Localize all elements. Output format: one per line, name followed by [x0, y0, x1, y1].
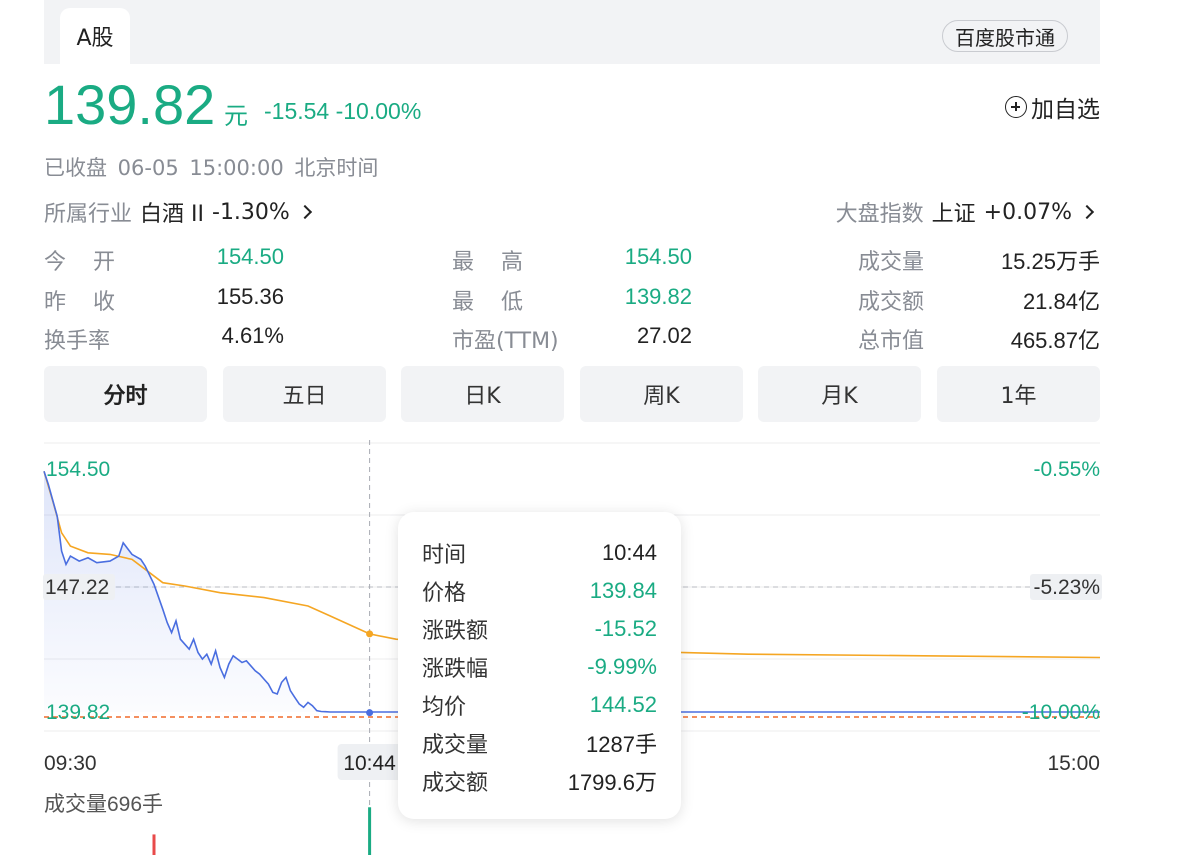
- tooltip-value: -15.52: [594, 616, 657, 641]
- tooltip-row-avg: 均价 144.52: [422, 686, 657, 724]
- stat-high: 最 高 154.50: [452, 244, 692, 275]
- stat-turnover: 换手率 4.61%: [44, 323, 284, 354]
- industry-change: -1.30%: [212, 199, 290, 225]
- volume-bar: [368, 807, 372, 855]
- y-label-right: -0.55%: [1033, 458, 1100, 481]
- price-marker: [366, 709, 374, 717]
- stat-value: 27.02: [636, 323, 692, 348]
- tab-intraday[interactable]: 分时: [44, 366, 207, 422]
- tooltip-row-time: 时间 10:44: [422, 534, 657, 572]
- stat-value: 154.50: [216, 244, 284, 269]
- tooltip-value: 1799.6万: [567, 770, 657, 795]
- y-label-left: 139.82: [46, 701, 110, 724]
- tooltip-value: 144.52: [589, 692, 657, 717]
- stat-label: 昨 收: [44, 290, 125, 315]
- chart-tooltip: 时间 10:44 价格 139.84 涨跌额 -15.52 涨跌幅 -9.99%…: [398, 512, 681, 819]
- chevron-right-icon: [297, 204, 312, 220]
- add-favorite-label: 加自选: [1031, 97, 1100, 123]
- stat-label: 换手率: [44, 329, 111, 354]
- tooltip-row-price: 价格 139.84: [422, 572, 657, 610]
- tooltip-row-volume: 成交量 1287手: [422, 724, 657, 762]
- stat-prev-close: 昨 收 155.36: [44, 284, 284, 315]
- stat-value: 139.82: [624, 284, 692, 309]
- tooltip-key: 成交量: [422, 733, 489, 758]
- tab-a-share[interactable]: A股: [60, 8, 130, 64]
- plus-circle-icon: [1005, 96, 1027, 118]
- tooltip-value: 1287手: [586, 732, 657, 757]
- tooltip-value: 139.84: [589, 578, 657, 603]
- market-index-change: +0.07%: [983, 199, 1072, 225]
- tab-weekly-k[interactable]: 周K: [580, 366, 743, 422]
- industry-label: 所属行业: [44, 202, 133, 227]
- tooltip-row-amount: 成交额 1799.6万: [422, 762, 657, 800]
- stat-value: 154.50: [624, 244, 692, 269]
- tooltip-key: 时间: [422, 543, 467, 568]
- stat-value: 4.61%: [221, 323, 284, 348]
- tooltip-key: 价格: [422, 581, 467, 606]
- stat-label: 总市值: [858, 329, 925, 354]
- y-label-right: -10.00%: [1022, 701, 1100, 724]
- stat-label: 最 低: [452, 290, 533, 315]
- stat-pe: 市盈(TTM) 27.02: [452, 323, 692, 354]
- market-tab-bar: A股 百度股市通: [44, 0, 1100, 64]
- tab-monthly-k[interactable]: 月K: [758, 366, 921, 422]
- industry-link[interactable]: 所属行业 白酒 II -1.30%: [44, 196, 312, 228]
- price-unit: 元: [224, 102, 248, 130]
- tooltip-value: 10:44: [601, 540, 657, 565]
- stat-amount: 成交额 21.84亿: [858, 284, 1100, 315]
- tooltip-row-change-pct: 涨跌幅 -9.99%: [422, 648, 657, 686]
- chevron-right-icon: [1079, 204, 1095, 220]
- stat-value: 155.36: [216, 284, 284, 309]
- tooltip-value: -9.99%: [587, 654, 657, 679]
- crosshair-time: 10:44: [343, 752, 396, 775]
- x-label: 09:30: [44, 752, 97, 775]
- market-index-name: 上证: [931, 202, 976, 227]
- stat-value: 15.25万手: [1000, 249, 1100, 274]
- tooltip-key: 涨跌额: [422, 619, 489, 644]
- stat-label: 成交量: [858, 250, 925, 275]
- price-change: -15.54 -10.00%: [264, 98, 422, 124]
- stat-volume: 成交量 15.25万手: [858, 244, 1100, 275]
- current-price: 139.82: [44, 73, 216, 136]
- stat-low: 最 低 139.82: [452, 284, 692, 315]
- x-label: 15:00: [1047, 752, 1100, 775]
- volume-bar: [152, 834, 156, 855]
- average-price-marker: [366, 630, 374, 638]
- tab-five-day[interactable]: 五日: [223, 366, 386, 422]
- tab-daily-k[interactable]: 日K: [401, 366, 564, 422]
- stat-value: 21.84亿: [1022, 289, 1100, 314]
- tooltip-row-change: 涨跌额 -15.52: [422, 610, 657, 648]
- stat-label: 最 高: [452, 250, 533, 275]
- stat-label: 成交额: [858, 290, 925, 315]
- stat-label: 市盈(TTM): [452, 329, 559, 354]
- tooltip-key: 成交额: [422, 771, 489, 796]
- stat-market-cap: 总市值 465.87亿: [858, 323, 1100, 354]
- y-label-left: 147.22: [45, 576, 109, 599]
- stat-value: 465.87亿: [1010, 328, 1100, 353]
- y-label-right: -5.23%: [1033, 576, 1100, 599]
- market-index-label: 大盘指数: [835, 202, 924, 227]
- volume-label: 成交量696手: [44, 793, 163, 816]
- industry-name: 白酒 II: [140, 202, 204, 227]
- tab-one-year[interactable]: 1年: [937, 366, 1100, 422]
- stat-label: 今 开: [44, 250, 125, 275]
- baidu-stock-link-button[interactable]: 百度股市通: [942, 20, 1068, 52]
- add-favorite-button[interactable]: 加自选: [1005, 90, 1100, 124]
- tooltip-key: 均价: [422, 695, 467, 720]
- stat-open: 今 开 154.50: [44, 244, 284, 275]
- market-status: 已收盘 06-05 15:00:00 北京时间: [44, 156, 379, 180]
- y-label-left: 154.50: [46, 458, 110, 481]
- market-index-link[interactable]: 大盘指数 上证 +0.07%: [835, 196, 1095, 228]
- tooltip-key: 涨跌幅: [422, 657, 489, 682]
